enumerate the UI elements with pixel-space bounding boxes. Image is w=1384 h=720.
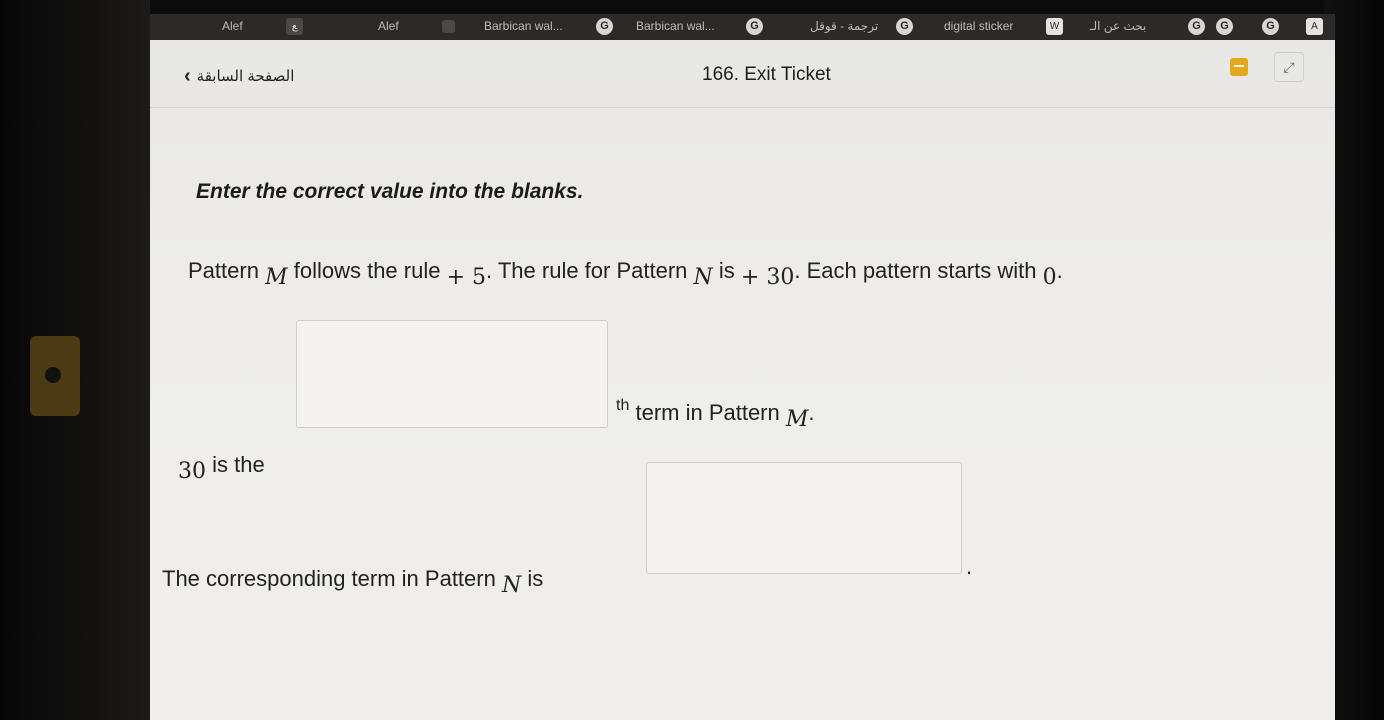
google-icon[interactable]: G [1216,18,1233,35]
start-value: 0 [1042,265,1057,290]
extension-icon[interactable]: A [1306,18,1323,35]
bookmarks-bar: Alef ﻊ Alef Barbican wal... G Barbican w… [150,14,1335,40]
text-segment: . Each pattern starts with [794,258,1037,283]
blank-corresponding-term-input[interactable] [646,462,962,574]
variable-n: N [693,265,713,290]
app-header: ‹ الصفحة السابقة 166. Exit Ticket ⤢ [150,40,1335,108]
bookmark-digital-sticker[interactable]: digital sticker [944,19,1013,33]
number-thirty: 30 [178,459,206,484]
text-segment: The corresponding term in Pattern [162,566,496,591]
alef-logo-icon[interactable]: ﻊ [286,18,303,35]
google-icon[interactable]: G [1262,18,1279,35]
text-segment: . The rule for Pattern [486,258,688,283]
text-segment: is the [212,452,265,477]
google-icon[interactable]: G [896,18,913,35]
bookmark-favicon-icon[interactable] [442,20,455,33]
variable-m: M [265,265,288,290]
variable-n: N [501,573,522,598]
back-button[interactable]: ‹ الصفحة السابقة [184,66,294,86]
bookmark-search[interactable]: بحث عن الـ [1090,19,1146,33]
bookmark-alef-2[interactable]: Alef [378,19,399,33]
text-segment: follows the rule [293,258,441,283]
bookmark-alef-1[interactable]: Alef [222,19,243,33]
notes-icon[interactable] [1230,58,1248,76]
rule-m: + 5 [446,265,487,290]
bookmark-barbican-2[interactable]: Barbican wal... [636,19,715,33]
bookmark-barbican-1[interactable]: Barbican wal... [484,19,563,33]
back-label: الصفحة السابقة [196,68,295,85]
google-icon[interactable]: G [1188,18,1205,35]
text-segment: Pattern [188,258,259,283]
google-icon[interactable]: G [596,18,613,35]
text-segment: term in Pattern [635,400,780,425]
text-segment: . [808,400,815,425]
word-icon[interactable]: W [1046,18,1063,35]
google-icon[interactable]: G [746,18,763,35]
superscript-th: th [616,397,630,414]
page-title: 166. Exit Ticket [702,64,831,85]
app-content: ‹ الصفحة السابقة 166. Exit Ticket ⤢ Ente… [150,40,1335,720]
rule-n: + 30 [740,265,795,290]
bookmark-translate[interactable]: ترجمة - قوقل [810,19,878,33]
variable-m: M [785,407,809,432]
expand-icon[interactable]: ⤢ [1274,52,1304,82]
device-camera-dot [45,367,61,383]
blank-term-number-input[interactable] [296,320,608,428]
question-line-2-start: 30 is the [178,452,265,484]
chevron-left-icon: ‹ [184,65,191,87]
question-line-3-period: . [966,554,973,579]
question-line-2-end: th term in Pattern M. [616,397,815,432]
text-segment: is [718,258,735,283]
text-segment: is [527,566,544,591]
question-line-3: The corresponding term in Pattern N is [162,566,544,598]
question-line-1: Pattern M follows the rule + 5. The rule… [188,258,1063,290]
text-segment: . [1056,258,1063,283]
question-instruction: Enter the correct value into the blanks. [196,180,584,203]
